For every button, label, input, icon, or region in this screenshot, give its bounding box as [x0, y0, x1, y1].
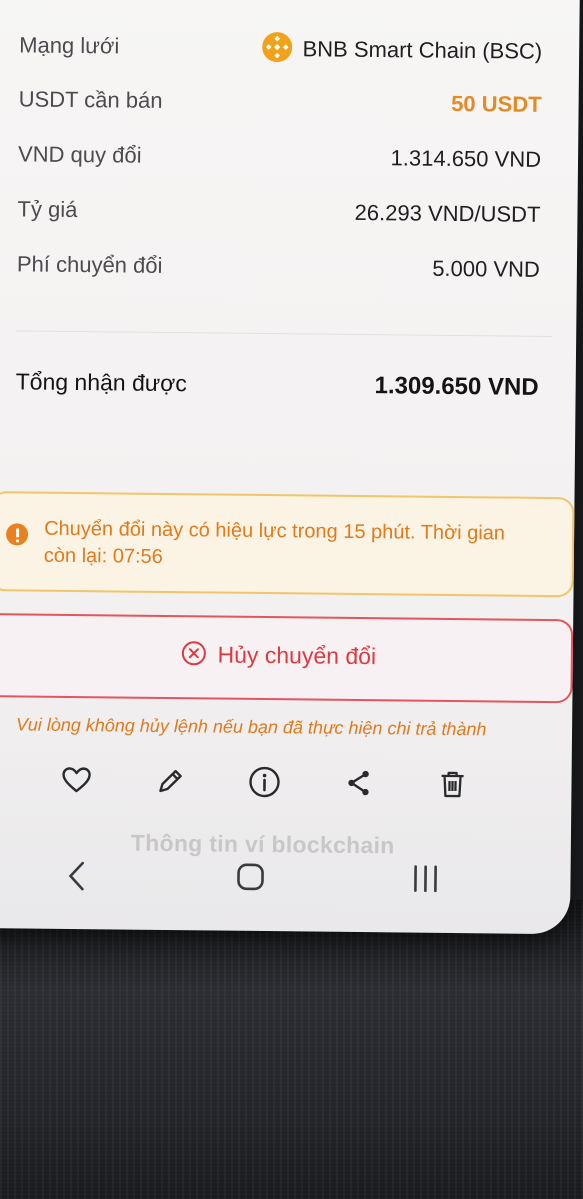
cancel-note: Vui lòng không hủy lệnh nếu bạn đã thực …	[15, 714, 487, 740]
cancel-button-label: Hủy chuyển đổi	[217, 641, 377, 670]
recents-nav-icon[interactable]	[408, 863, 442, 900]
heart-icon[interactable]	[57, 761, 95, 799]
rate-row: Tỷ giá 26.293 VND/USDT	[0, 196, 561, 242]
bnb-logo-icon	[262, 31, 293, 63]
total-label: Tổng nhận được	[15, 368, 187, 397]
info-icon[interactable]	[245, 763, 283, 801]
rate-value: 26.293 VND/USDT	[354, 199, 541, 227]
pencil-icon[interactable]	[151, 762, 189, 800]
trash-icon[interactable]	[433, 765, 471, 803]
back-nav-icon[interactable]	[62, 859, 92, 898]
network-label: Mạng lưới	[19, 32, 120, 59]
total-value: 1.309.650 VND	[374, 372, 539, 401]
expiry-warning-box: Chuyển đổi này có hiệu lực trong 15 phút…	[0, 491, 575, 598]
vnd-value: 1.314.650 VND	[390, 145, 542, 172]
home-nav-icon[interactable]	[234, 861, 266, 898]
fee-row: Phí chuyển đổi 5.000 VND	[0, 251, 560, 297]
phone-screen: Mạng lưới BNB Smart Chain (BSC) USDT cần…	[0, 0, 580, 935]
action-toolbar	[41, 749, 512, 824]
fee-value: 5.000 VND	[432, 255, 541, 282]
cancel-button-content: Hủy chuyển đổi	[0, 639, 571, 672]
divider	[16, 330, 553, 338]
vnd-row: VND quy đổi 1.314.650 VND	[0, 141, 561, 187]
share-icon[interactable]	[339, 764, 377, 802]
rate-label: Tỷ giá	[17, 196, 78, 223]
x-circle-icon	[181, 641, 206, 666]
system-nav-bar	[0, 850, 554, 916]
fee-label: Phí chuyển đổi	[16, 251, 163, 278]
network-row: Mạng lưới BNB Smart Chain (BSC)	[0, 31, 562, 78]
network-value-wrap: BNB Smart Chain (BSC)	[262, 31, 543, 68]
background-fabric	[0, 900, 583, 1199]
total-row: Tổng nhận được 1.309.650 VND	[0, 368, 559, 414]
usdt-row: USDT cần bán 50 USDT	[0, 86, 562, 132]
usdt-label: USDT cần bán	[18, 86, 163, 113]
network-value: BNB Smart Chain (BSC)	[302, 36, 543, 64]
cancel-conversion-button[interactable]: Hủy chuyển đổi	[0, 613, 574, 704]
alert-icon	[5, 523, 29, 546]
expiry-warning-text: Chuyển đổi này có hiệu lực trong 15 phút…	[43, 517, 506, 568]
vnd-label: VND quy đổi	[17, 141, 142, 168]
usdt-value: 50 USDT	[451, 90, 542, 117]
